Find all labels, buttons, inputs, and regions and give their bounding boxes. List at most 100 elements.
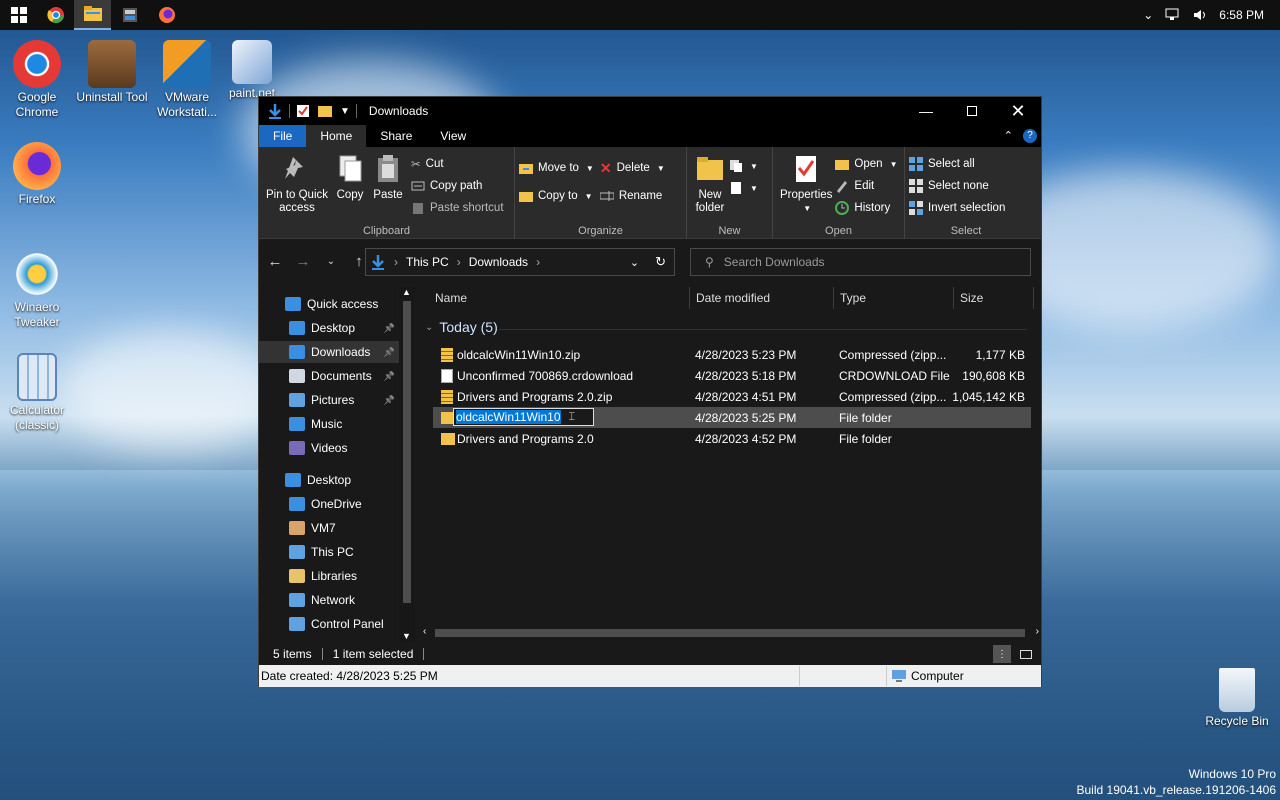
nav-item-desktop[interactable]: Desktop xyxy=(259,469,399,491)
scrollbar-thumb[interactable] xyxy=(435,629,1025,637)
tab-share[interactable]: Share xyxy=(366,125,426,147)
column-header-name[interactable]: Name xyxy=(435,287,467,309)
file-row[interactable]: Drivers and Programs 2.0 4/28/2023 4:52 P… xyxy=(433,428,1031,449)
scroll-left-icon[interactable]: ‹ xyxy=(423,626,426,637)
address-dropdown-icon[interactable]: ⌄ xyxy=(630,256,639,269)
desktop-icon-firefox[interactable]: Firefox xyxy=(0,142,74,207)
file-list-horizontal-scrollbar[interactable]: ‹ › xyxy=(419,624,1043,642)
maximize-button[interactable] xyxy=(949,97,995,125)
nav-item-onedrive[interactable]: OneDrive xyxy=(259,493,399,515)
close-button[interactable]: ✕ xyxy=(995,97,1041,125)
desktop-icon-winaero-tweaker[interactable]: Winaero Tweaker xyxy=(0,250,74,330)
desktop-icon-calculator[interactable]: Calculator (classic) xyxy=(0,353,74,433)
network-tray-icon[interactable] xyxy=(1165,8,1181,22)
nav-item-desktop[interactable]: Desktop 📌 xyxy=(259,317,399,339)
start-button[interactable] xyxy=(0,0,37,30)
delete-button[interactable]: ✕ Delete ▼ xyxy=(600,157,665,179)
collapse-ribbon-icon[interactable]: ⌃ xyxy=(1004,125,1013,147)
customize-qat-icon[interactable]: ▼ xyxy=(340,106,350,117)
desktop-icon-paintnet[interactable]: paint.net xyxy=(222,40,282,101)
address-bar[interactable]: › This PC › Downloads › ⌄ ↻ xyxy=(365,248,675,276)
select-none-button[interactable]: Select none xyxy=(909,175,1023,197)
nav-item-downloads[interactable]: Downloads 📌 xyxy=(259,341,399,363)
pin-icon[interactable]: 📌 xyxy=(384,347,395,358)
nav-item-libraries[interactable]: Libraries xyxy=(259,565,399,587)
help-icon[interactable]: ? xyxy=(1023,129,1037,143)
paste-button[interactable]: Paste xyxy=(369,151,407,219)
history-button[interactable]: History xyxy=(835,197,897,219)
breadcrumb-this-pc[interactable]: This PC xyxy=(406,255,449,269)
desktop-icon-vmware[interactable]: VMware Workstati... xyxy=(150,40,224,120)
back-button[interactable]: ← xyxy=(263,253,287,270)
minimize-button[interactable]: — xyxy=(903,97,949,125)
column-separator[interactable] xyxy=(1033,287,1034,309)
rename-textbox[interactable]: oldcalcWin11Win10 ⌶ xyxy=(453,408,594,426)
column-header-date-modified[interactable]: Date modified xyxy=(696,287,770,309)
file-row[interactable]: Unconfirmed 700869.crdownload 4/28/2023 5… xyxy=(433,365,1031,386)
scroll-right-icon[interactable]: › xyxy=(1036,626,1039,637)
details-view-icon[interactable]: ⋮ xyxy=(993,645,1011,663)
pin-to-quick-access-button[interactable]: Pin to Quick access xyxy=(263,151,331,219)
open-button[interactable]: Open ▼ xyxy=(835,153,897,175)
scroll-down-icon[interactable]: ▼ xyxy=(402,631,411,641)
column-separator[interactable] xyxy=(833,287,834,309)
taskbar-file-explorer-button[interactable] xyxy=(74,0,111,30)
tab-file[interactable]: File xyxy=(259,125,307,147)
column-separator[interactable] xyxy=(689,287,690,309)
pin-icon[interactable]: 📌 xyxy=(384,323,395,334)
move-to-button[interactable]: Move to ▼ xyxy=(519,157,594,179)
tab-home[interactable]: Home xyxy=(306,125,367,147)
nav-item-music[interactable]: Music xyxy=(259,413,399,435)
file-row[interactable]: Drivers and Programs 2.0.zip 4/28/2023 4:… xyxy=(433,386,1031,407)
pin-icon[interactable]: 📌 xyxy=(384,371,395,382)
properties-check-icon[interactable] xyxy=(296,104,310,118)
pin-icon[interactable]: 📌 xyxy=(384,395,395,406)
column-header-size[interactable]: Size xyxy=(960,287,983,309)
taskbar-firefox-button[interactable] xyxy=(148,0,185,30)
title-bar[interactable]: ▼ Downloads — ✕ xyxy=(259,97,1041,125)
rename-button[interactable]: Rename xyxy=(599,185,665,207)
forward-button[interactable]: → xyxy=(291,253,315,270)
nav-item-this-pc[interactable]: This PC xyxy=(259,541,399,563)
copy-button[interactable]: Copy xyxy=(331,151,369,219)
invert-selection-button[interactable]: Invert selection xyxy=(909,197,1023,219)
new-item-button[interactable]: ▼ xyxy=(729,155,758,177)
taskbar-uninstall-tool-button[interactable] xyxy=(111,0,148,30)
nav-item-pictures[interactable]: Pictures 📌 xyxy=(259,389,399,411)
select-all-button[interactable]: Select all xyxy=(909,153,1023,175)
desktop-icon-uninstall-tool[interactable]: Uninstall Tool xyxy=(75,40,149,105)
nav-item-control-panel[interactable]: Control Panel xyxy=(259,613,399,635)
file-row[interactable]: oldcalcWin11Win10 ⌶ 4/28/2023 5:25 PM File … xyxy=(433,407,1031,428)
nav-item-documents[interactable]: Documents 📌 xyxy=(259,365,399,387)
desktop-icon-google-chrome[interactable]: Google Chrome xyxy=(0,40,74,120)
new-folder-button[interactable]: New folder xyxy=(691,151,729,217)
nav-item-videos[interactable]: Videos xyxy=(259,437,399,459)
search-box[interactable]: ⚲ Search Downloads xyxy=(690,248,1031,276)
paste-shortcut-button[interactable]: Paste shortcut xyxy=(411,197,504,219)
tab-view[interactable]: View xyxy=(426,125,480,147)
refresh-icon[interactable]: ↻ xyxy=(655,254,666,270)
easy-access-button[interactable]: ▼ xyxy=(729,177,758,199)
large-icons-view-icon[interactable] xyxy=(1017,645,1035,663)
copy-to-button[interactable]: Copy to ▼ xyxy=(519,185,594,207)
column-separator[interactable] xyxy=(953,287,954,309)
file-row[interactable]: oldcalcWin11Win10.zip 4/28/2023 5:23 PM Co… xyxy=(433,344,1031,365)
new-folder-qat-icon[interactable] xyxy=(318,104,332,118)
nav-item-network[interactable]: Network xyxy=(259,589,399,611)
group-header-today[interactable]: ⌄ Today (5) xyxy=(425,319,498,335)
copy-path-button[interactable]: Copy path xyxy=(411,175,504,197)
properties-button[interactable]: Properties ▼ xyxy=(777,151,835,219)
cut-button[interactable]: ✂ Cut xyxy=(411,153,504,175)
nav-item-quick-access[interactable]: Quick access xyxy=(259,293,399,315)
chevron-up-icon[interactable]: ⌄ xyxy=(1143,8,1153,22)
navigation-pane-scrollbar[interactable]: ▲ ▼ xyxy=(399,287,415,643)
breadcrumb-downloads[interactable]: Downloads xyxy=(469,255,528,269)
scrollbar-thumb[interactable] xyxy=(403,301,411,603)
volume-icon[interactable] xyxy=(1193,8,1207,22)
edit-button[interactable]: Edit xyxy=(835,175,897,197)
nav-item-vm7[interactable]: VM7 xyxy=(259,517,399,539)
taskbar-chrome-button[interactable] xyxy=(37,0,74,30)
column-header-type[interactable]: Type xyxy=(840,287,866,309)
recent-locations-button[interactable]: ⌄ xyxy=(319,256,343,267)
scroll-up-icon[interactable]: ▲ xyxy=(402,287,411,297)
